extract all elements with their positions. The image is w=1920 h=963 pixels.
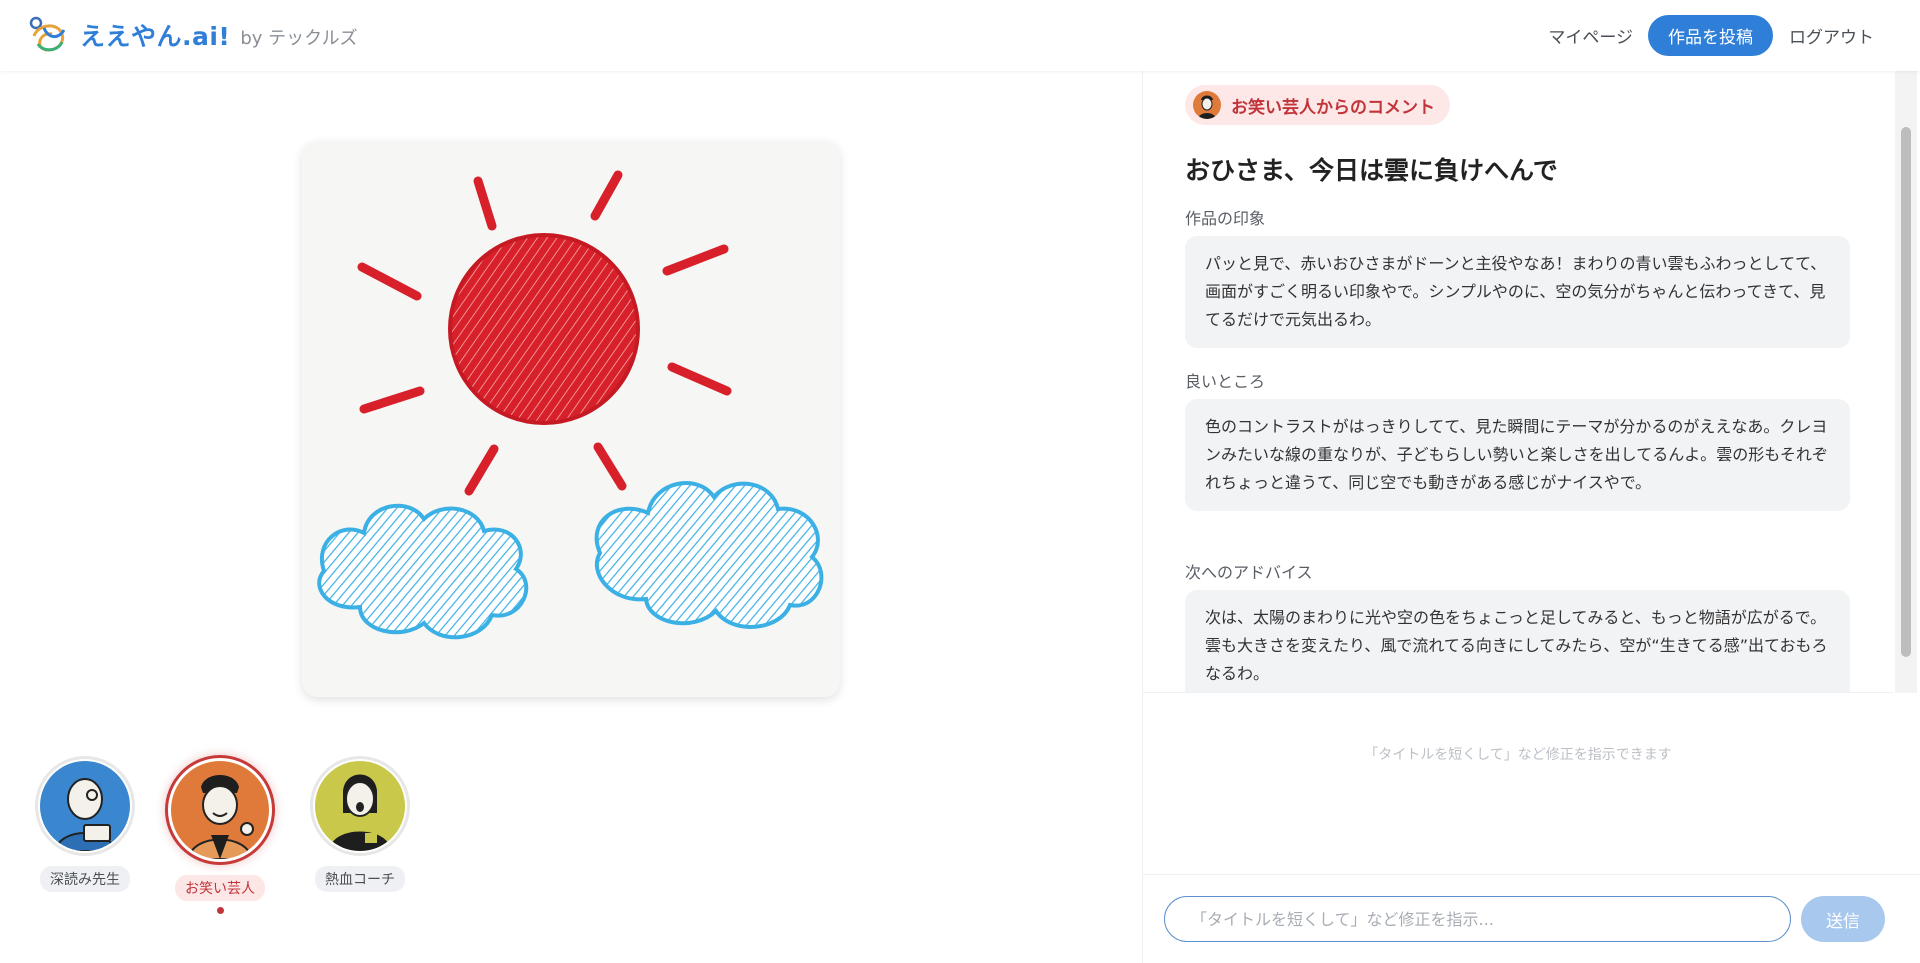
section-body-impression: パッと見で、赤いおひさまがドーンと主役やなあ！まわりの青い雲もふわっとしてて、画… [1185,236,1850,348]
app-header: ええやん.ai! by テックルズ マイページ 作品を投稿 ログアウト [0,0,1920,71]
comedian-avatar-icon [1193,91,1221,119]
avatar[interactable] [310,756,410,856]
badge-label: お笑い芸人からのコメント [1231,97,1435,118]
post-artwork-button[interactable]: 作品を投稿 [1648,15,1773,56]
artwork-image [302,141,840,697]
section-body-strengths: 色のコントラストがはっきりしてて、見た瞬間にテーマが分かるのがええなあ。クレヨン… [1185,399,1850,511]
revision-input[interactable] [1164,896,1791,942]
section-label-impression: 作品の印象 [1185,209,1266,228]
section-body-advice: 次は、太陽のまわりに光や空の色をちょこっと足してみると、もっと物語が広がるで。雲… [1185,590,1850,692]
commentator-coach[interactable]: 熱血コーチ [305,756,415,892]
brand-name: ええやん.ai! [80,22,231,51]
header-nav: マイページ 作品を投稿 ログアウト [1548,15,1874,56]
revision-hint: 「タイトルを短くして」など修正を指示できます [1364,747,1672,763]
send-button[interactable]: 送信 [1801,896,1885,942]
avatar[interactable] [35,756,135,856]
teacher-avatar-icon [54,778,116,851]
brand-logo[interactable]: ええやん.ai! by テックルズ [28,14,358,56]
commentator-name: お笑い芸人 [175,875,265,901]
crayon-drawing [302,141,840,697]
commentator-name: 熱血コーチ [315,866,405,892]
logout-link[interactable]: ログアウト [1789,23,1874,48]
selected-indicator [216,907,224,914]
mypage-link[interactable]: マイページ [1548,23,1633,48]
comment-title: おひさま、今日は雲に負けへんで [1185,156,1558,185]
comment-panel: お笑い芸人からのコメント おひさま、今日は雲に負けへんで 作品の印象 パッと見で… [1142,71,1920,963]
commentator-comedian[interactable]: お笑い芸人 [165,755,275,914]
revision-composer: 送信 [1143,874,1920,963]
commentator-deep-reader[interactable]: 深読み先生 [30,756,140,892]
comment-scroll-area[interactable]: お笑い芸人からのコメント おひさま、今日は雲に負けへんで 作品の印象 パッと見で… [1143,71,1893,693]
comedian-avatar-icon [187,775,254,859]
section-label-advice: 次へのアドバイス [1185,563,1313,582]
coach-avatar-icon [329,774,391,851]
section-label-strengths: 良いところ [1185,372,1266,391]
commentator-name: 深読み先生 [40,866,130,892]
brand-byline: by テックルズ [240,28,358,49]
logo-icon [29,16,66,52]
scrollbar-thumb[interactable] [1901,127,1911,657]
comment-scrollbar[interactable] [1895,71,1917,693]
commentator-badge: お笑い芸人からのコメント [1185,85,1450,125]
avatar[interactable] [165,755,275,865]
